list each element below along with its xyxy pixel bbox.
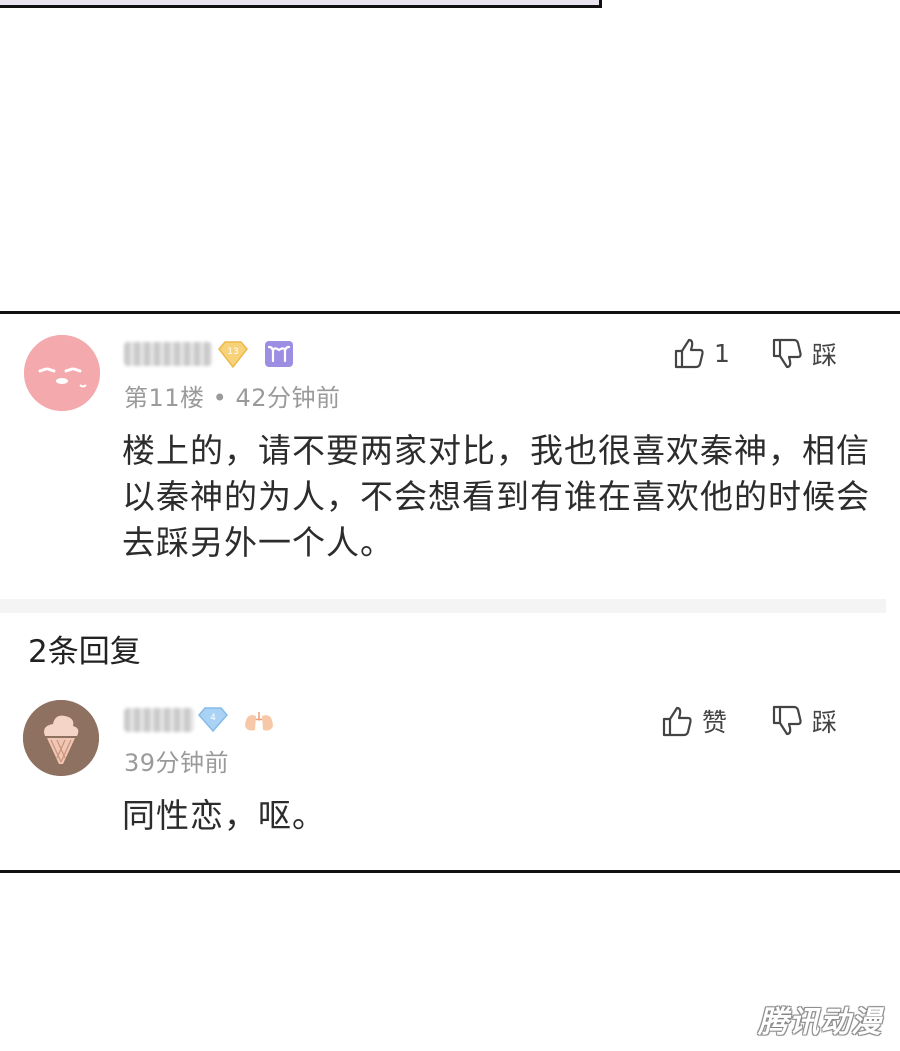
previous-comic-panel-edge xyxy=(0,0,602,8)
dislike-button[interactable]: 踩 xyxy=(770,336,837,372)
commenter-username-blurred[interactable] xyxy=(124,342,212,366)
like-count: 1 xyxy=(714,338,730,368)
dislike-label: 踩 xyxy=(812,708,838,737)
reply-meta: 39分钟前 xyxy=(124,749,230,777)
pink-bunny-avatar-icon xyxy=(24,335,100,411)
comment-panel: 13 第11楼 • 42分钟前 1 踩 楼上的，请不要两家对比，我也很喜欢秦神，… xyxy=(0,311,900,873)
level-badge-number: 13 xyxy=(227,347,238,357)
commenter-avatar[interactable] xyxy=(24,335,100,411)
watermark-logo: 腾讯动漫 xyxy=(758,1005,882,1040)
like-button[interactable]: 1 xyxy=(672,336,730,370)
replies-header[interactable]: 2条回复 xyxy=(28,626,141,671)
thumbs-down-icon xyxy=(772,705,802,736)
dislike-button[interactable]: 踩 xyxy=(770,703,837,739)
reply-avatar[interactable] xyxy=(23,700,99,776)
reply-username-blurred[interactable] xyxy=(124,708,194,732)
reply-text: 同性恋，呕。 xyxy=(122,796,326,835)
aries-zodiac-icon xyxy=(265,341,293,367)
level-badge-number: 4 xyxy=(210,713,216,723)
thumbs-up-icon xyxy=(662,706,692,737)
like-button[interactable]: 赞 xyxy=(660,703,727,739)
comment-text: 楼上的，请不要两家对比，我也很喜欢秦神，相信以秦神的为人，不会想看到有谁在喜欢他… xyxy=(122,431,870,562)
dislike-label: 踩 xyxy=(812,341,838,370)
blue-diamond-icon: 4 xyxy=(198,707,228,732)
ice-cream-avatar-icon xyxy=(23,700,99,776)
section-divider xyxy=(0,599,886,613)
lungs-heart-icon xyxy=(245,712,273,731)
thumbs-up-icon xyxy=(674,338,704,369)
thumbs-down-icon xyxy=(772,338,802,369)
like-label: 赞 xyxy=(702,708,728,737)
gold-diamond-icon: 13 xyxy=(218,341,248,368)
comment-meta: 第11楼 • 42分钟前 xyxy=(124,384,341,412)
